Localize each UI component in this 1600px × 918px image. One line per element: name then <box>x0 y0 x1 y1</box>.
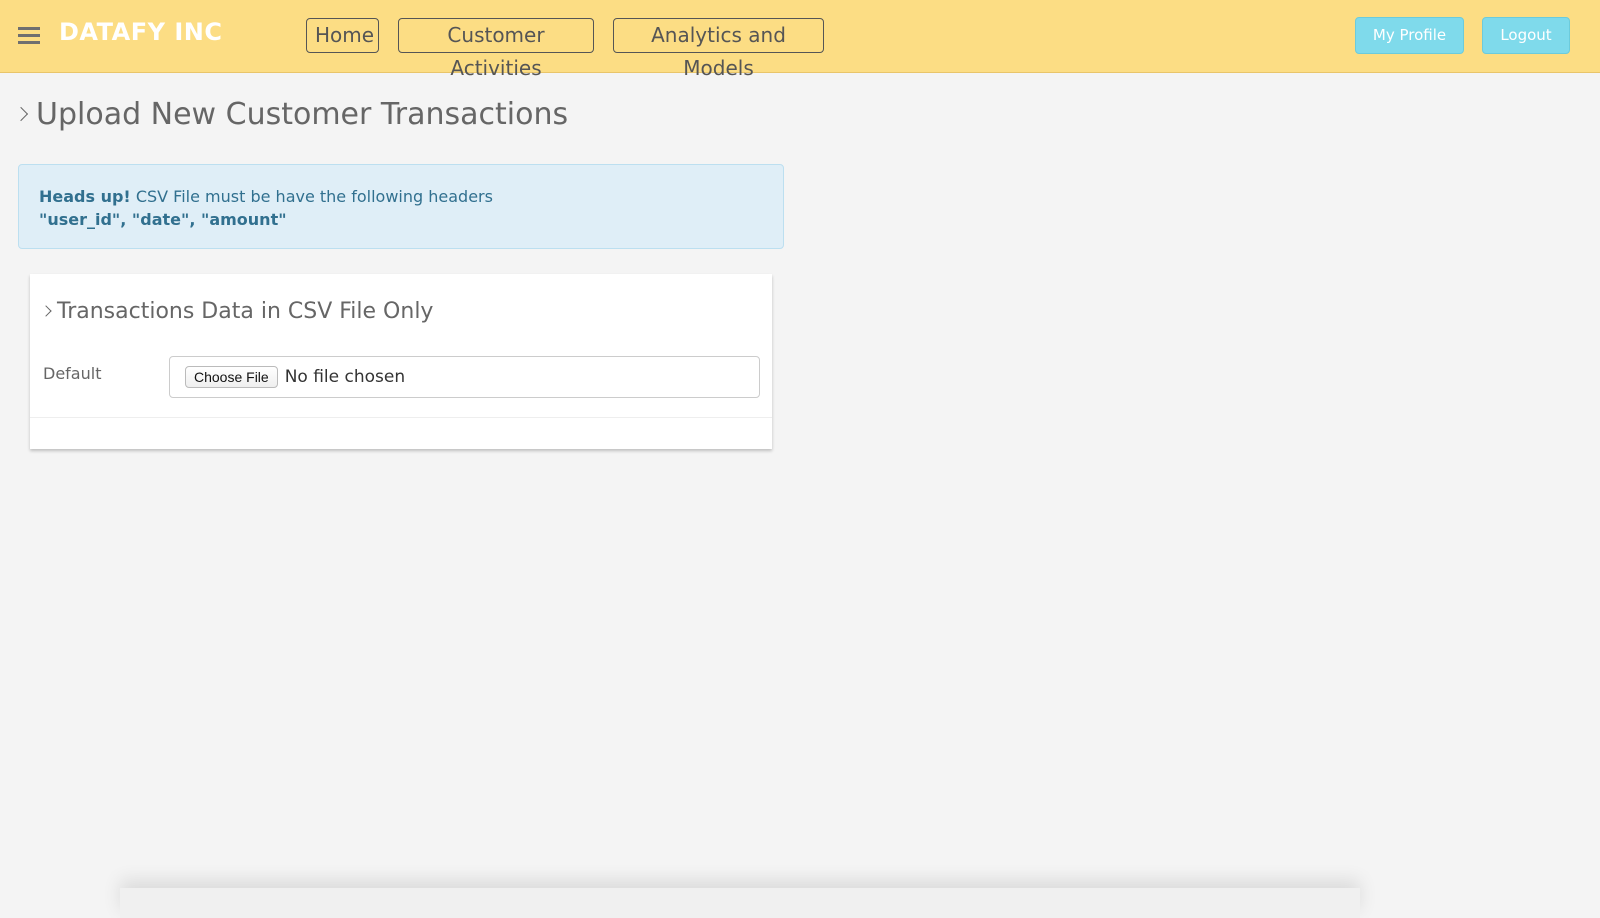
file-field-label: Default <box>43 364 102 383</box>
alert-heading: Heads up! <box>39 187 131 206</box>
nav-home-button[interactable]: Home <box>306 18 379 53</box>
chevron-right-icon <box>40 305 52 317</box>
info-alert: Heads up! CSV File must be have the foll… <box>18 164 784 249</box>
logout-button[interactable]: Logout <box>1482 17 1570 54</box>
brand-logo[interactable]: DATAFY INC <box>59 18 222 46</box>
card-header: Transactions Data in CSV File Only <box>40 294 434 328</box>
nav-analytics-models-button[interactable]: Analytics and Models <box>613 18 824 80</box>
page-header: Upload New Customer Transactions <box>13 92 569 136</box>
footer-shadow <box>120 888 1360 918</box>
choose-file-button[interactable]: Choose File <box>185 366 278 388</box>
chevron-right-icon <box>13 106 29 122</box>
page-title: Upload New Customer Transactions <box>36 96 569 132</box>
alert-message: CSV File must be have the following head… <box>130 187 493 206</box>
card-title: Transactions Data in CSV File Only <box>57 298 434 324</box>
top-navbar: DATAFY INC Home Customer Activities Anal… <box>0 0 1600 80</box>
file-status-text: No file chosen <box>284 367 406 387</box>
card-divider <box>30 417 772 418</box>
file-input[interactable]: Choose File No file chosen <box>169 356 760 398</box>
alert-required-headers: "user_id", "date", "amount" <box>39 210 287 229</box>
nav-customer-activities-button[interactable]: Customer Activities <box>398 18 594 80</box>
hamburger-menu-icon[interactable] <box>18 27 40 45</box>
my-profile-button[interactable]: My Profile <box>1355 17 1464 54</box>
upload-card: Transactions Data in CSV File Only Defau… <box>30 274 772 449</box>
